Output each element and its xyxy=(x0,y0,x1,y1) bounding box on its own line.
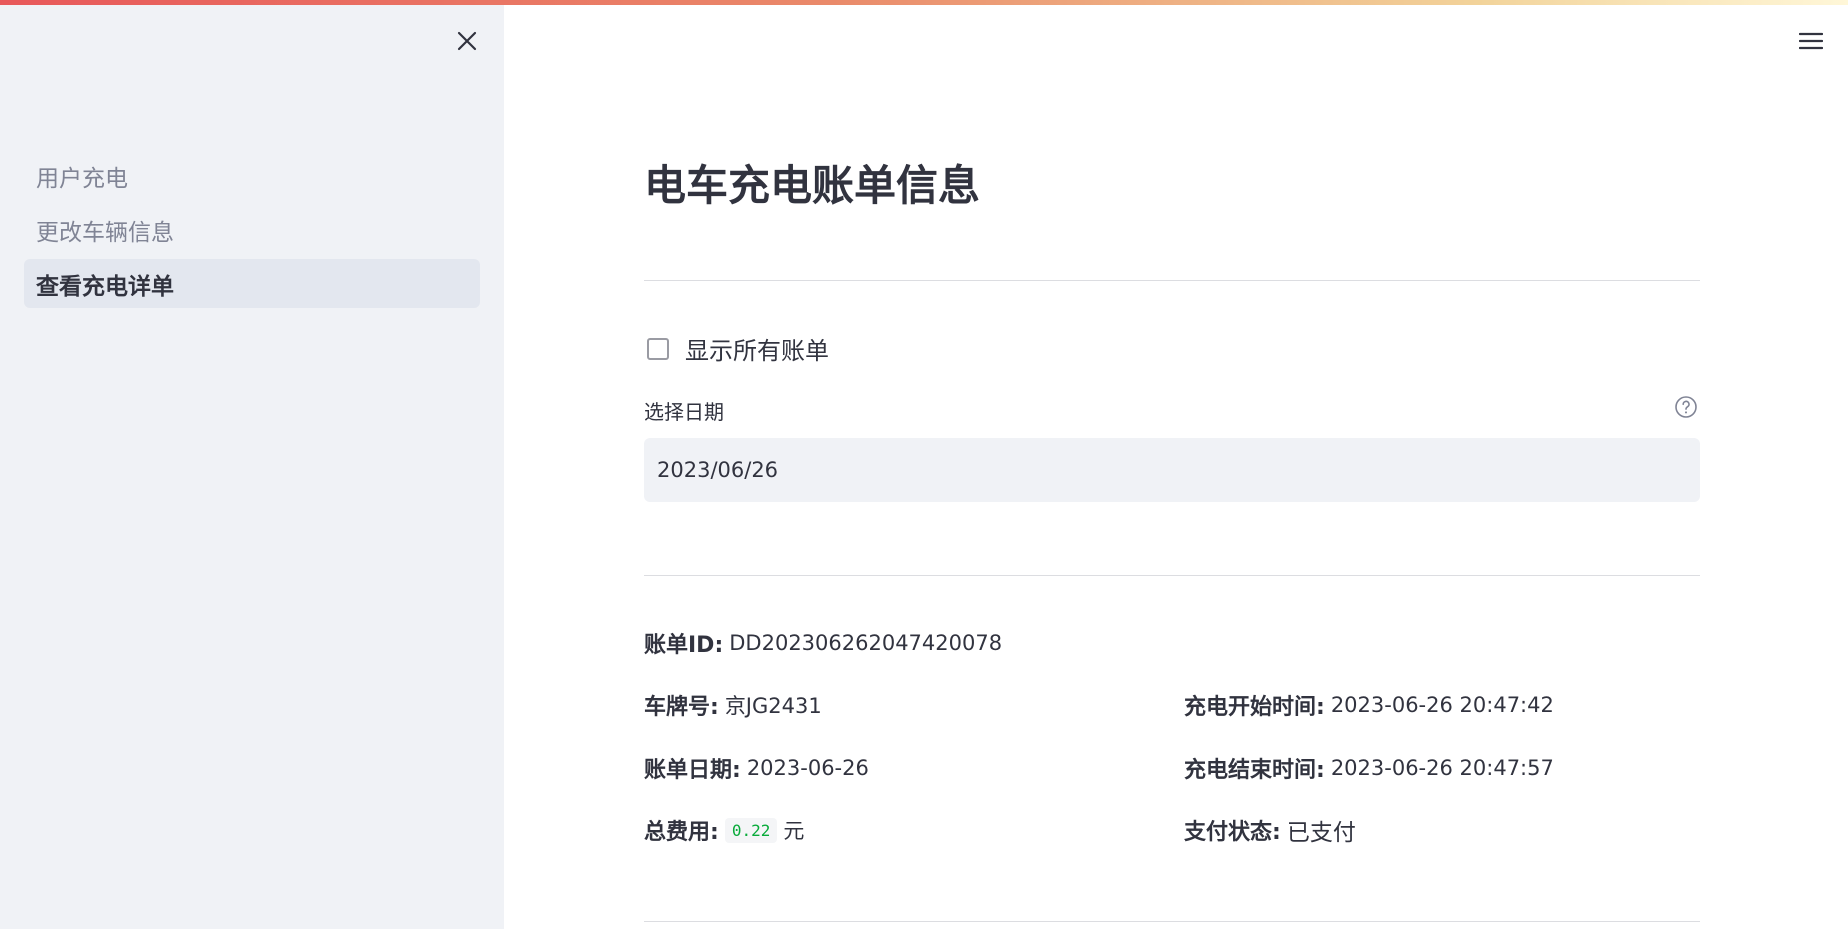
divider xyxy=(644,575,1700,576)
total-fee-value: 0.22 xyxy=(724,817,778,843)
charge-end-value: 2023-06-26 20:47:57 xyxy=(1330,756,1554,780)
sidebar-item-user-charging[interactable]: 用户充电 xyxy=(24,151,480,200)
divider xyxy=(644,921,1700,922)
date-input[interactable] xyxy=(644,438,1700,502)
bill-info-row: 总费用: 0.22 元 支付状态: 已支付 xyxy=(644,813,1700,847)
main-menu-button[interactable] xyxy=(1796,26,1826,56)
close-sidebar-button[interactable] xyxy=(452,26,482,56)
payment-status-value: 已支付 xyxy=(1286,820,1356,846)
bill-info-row: 车牌号: 京JG2431 充电开始时间: 2023-06-26 20:47:42 xyxy=(644,688,1700,722)
total-fee-label: 总费用: xyxy=(644,820,719,845)
payment-status-field: 支付状态: 已支付 xyxy=(1184,813,1356,847)
plate-label: 车牌号: xyxy=(644,695,719,720)
sidebar-nav: 用户充电 更改车辆信息 查看充电详单 xyxy=(24,151,480,313)
checkbox-box[interactable] xyxy=(647,337,669,360)
bill-date-label: 账单日期: xyxy=(644,758,741,783)
total-fee-unit: 元 xyxy=(783,819,805,843)
total-fee-field: 总费用: 0.22 元 xyxy=(644,813,804,847)
payment-status-label: 支付状态: xyxy=(1184,820,1281,845)
charge-end-label: 充电结束时间: xyxy=(1184,758,1325,783)
plate-field: 车牌号: 京JG2431 xyxy=(644,688,822,722)
checkbox-label: 显示所有账单 xyxy=(685,337,829,365)
sidebar-item-view-bills[interactable]: 查看充电详单 xyxy=(24,259,480,308)
close-icon xyxy=(457,31,477,51)
bill-id-value: DD202306262047420078 xyxy=(729,631,1003,655)
sidebar-item-edit-vehicle[interactable]: 更改车辆信息 xyxy=(24,205,480,254)
sidebar-item-label: 更改车辆信息 xyxy=(36,219,174,246)
hamburger-menu-icon xyxy=(1799,32,1823,50)
top-decoration-bar xyxy=(0,0,1848,5)
charge-end-field: 充电结束时间: 2023-06-26 20:47:57 xyxy=(1184,751,1554,785)
sidebar-item-label: 查看充电详单 xyxy=(36,273,174,300)
bill-id-row: 账单ID: DD202306262047420078 xyxy=(644,626,1700,660)
sidebar: 用户充电 更改车辆信息 查看充电详单 xyxy=(0,0,504,929)
bill-id-label: 账单ID: xyxy=(644,633,724,658)
date-picker-label: 选择日期 xyxy=(644,400,724,424)
bill-date-field: 账单日期: 2023-06-26 xyxy=(644,751,869,785)
charge-start-field: 充电开始时间: 2023-06-26 20:47:42 xyxy=(1184,688,1554,722)
help-circle-icon[interactable] xyxy=(1674,395,1698,419)
sidebar-item-label: 用户充电 xyxy=(36,165,128,192)
page-title: 电车充电账单信息 xyxy=(644,161,981,210)
plate-value: 京JG2431 xyxy=(724,694,822,718)
divider xyxy=(644,280,1700,281)
charge-start-value: 2023-06-26 20:47:42 xyxy=(1330,693,1554,717)
bill-info-row: 账单日期: 2023-06-26 充电结束时间: 2023-06-26 20:4… xyxy=(644,751,1700,785)
charge-start-label: 充电开始时间: xyxy=(1184,695,1325,720)
show-all-bills-checkbox[interactable]: 显示所有账单 xyxy=(644,331,829,366)
bill-date-value: 2023-06-26 xyxy=(746,756,869,780)
bill-id-field: 账单ID: DD202306262047420078 xyxy=(644,626,1002,660)
